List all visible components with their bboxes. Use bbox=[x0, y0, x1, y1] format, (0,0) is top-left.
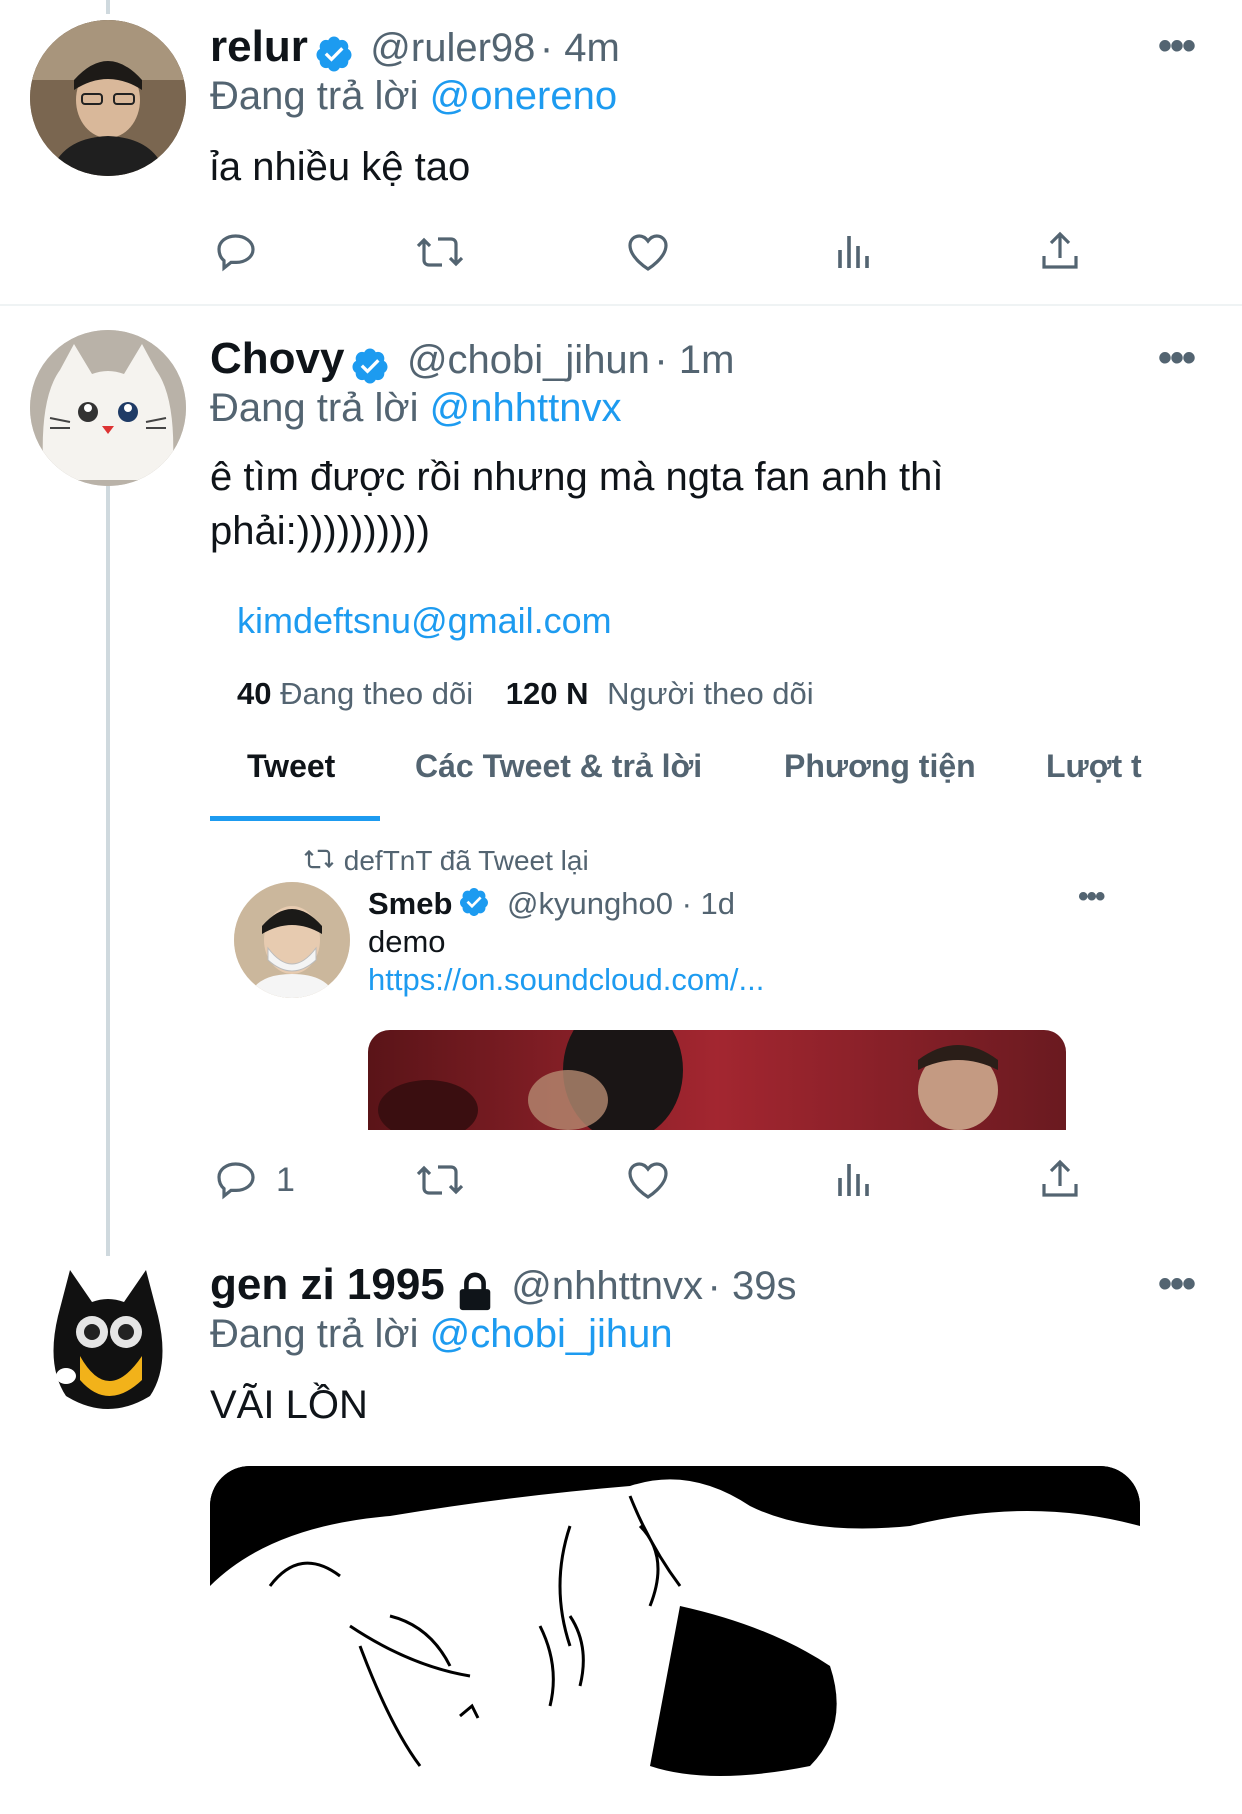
reply-mention[interactable]: @onereno bbox=[430, 74, 617, 118]
reply-prefix: Đang trả lời bbox=[210, 386, 419, 430]
verified-icon bbox=[350, 346, 390, 391]
more-icon[interactable]: ••• bbox=[1158, 1262, 1196, 1307]
reply-context: Đang trả lời @nhhttnvx bbox=[210, 386, 622, 431]
tab-tweets-replies: Các Tweet & trả lời bbox=[415, 748, 703, 784]
like-icon bbox=[624, 1156, 672, 1204]
tweet-time[interactable]: · 4m bbox=[540, 26, 620, 70]
reply-mention[interactable]: @chobi_jihun bbox=[430, 1312, 673, 1356]
reply-context: Đang trả lời @onereno bbox=[210, 74, 617, 119]
share-button[interactable] bbox=[1036, 1156, 1084, 1204]
user-handle[interactable]: @chobi_jihun bbox=[407, 338, 650, 382]
followers-count: 120 N bbox=[505, 676, 589, 711]
tab-media: Phương tiện bbox=[784, 748, 976, 784]
reply-prefix: Đang trả lời bbox=[210, 1312, 419, 1356]
following-count: 40 bbox=[237, 676, 272, 711]
tweet-time[interactable]: · 39s bbox=[708, 1264, 797, 1308]
inner-tweet-link: https://on.soundcloud.com/... bbox=[368, 962, 765, 997]
reply-context: Đang trả lời @chobi_jihun bbox=[210, 1312, 673, 1357]
reply-prefix: Đang trả lời bbox=[210, 74, 419, 118]
tweet-media-image[interactable] bbox=[210, 1466, 1140, 1814]
share-icon bbox=[1036, 1156, 1084, 1204]
tweet-text: VÃI LỒN bbox=[210, 1383, 368, 1427]
attached-screenshot[interactable]: kimdeftsnu@gmail.com 40 Đang theo dõi 12… bbox=[210, 580, 1142, 1130]
profile-email: kimdeftsnu@gmail.com bbox=[237, 600, 612, 641]
followers-label: Người theo dõi bbox=[607, 676, 814, 711]
retweet-context: defTnT đã Tweet lại bbox=[302, 844, 589, 881]
inner-tweet-media bbox=[368, 1030, 1066, 1130]
avatar[interactable] bbox=[30, 1256, 186, 1412]
tab-likes: Lượt t bbox=[1046, 748, 1142, 784]
inner-user-handle: @kyungho0 bbox=[507, 886, 673, 922]
analytics-icon bbox=[830, 228, 878, 276]
reply-mention[interactable]: @nhhttnvx bbox=[430, 386, 622, 430]
tweet-text-line: phải:)))))))))) bbox=[210, 509, 430, 553]
thread-line-middle bbox=[106, 486, 110, 1256]
verified-icon bbox=[458, 886, 490, 926]
avatar bbox=[234, 882, 350, 998]
thread-line-top bbox=[106, 0, 110, 14]
retweet-button[interactable] bbox=[414, 1156, 466, 1204]
retweet-icon bbox=[414, 1156, 466, 1204]
reply-count: 1 bbox=[276, 1160, 295, 1199]
retweet-label: defTnT đã Tweet lại bbox=[343, 844, 589, 876]
user-handle[interactable]: @ruler98 bbox=[370, 26, 535, 70]
retweet-icon bbox=[302, 844, 336, 881]
tweet-divider bbox=[0, 304, 1242, 306]
like-button[interactable] bbox=[624, 1156, 672, 1204]
tweet-time[interactable]: · 1m bbox=[654, 338, 734, 382]
reply-icon bbox=[212, 1156, 260, 1204]
tweet-text-line: ê tìm được rồi nhưng mà ngta fan anh thì bbox=[210, 455, 944, 499]
tab-tweet: Tweet bbox=[247, 748, 336, 784]
share-button[interactable] bbox=[1036, 228, 1084, 276]
analytics-icon bbox=[830, 1156, 878, 1204]
reply-button[interactable]: 1 bbox=[212, 1156, 295, 1204]
avatar[interactable] bbox=[30, 20, 186, 176]
inner-user-name: Smeb bbox=[368, 886, 453, 922]
more-icon[interactable]: ••• bbox=[1158, 336, 1196, 381]
user-handle[interactable]: @nhhttnvx bbox=[511, 1264, 703, 1308]
user-name[interactable]: relur bbox=[210, 22, 308, 71]
follow-stats: 40 Đang theo dõi 120 N Người theo dõi bbox=[237, 676, 814, 712]
reply-icon bbox=[212, 228, 260, 276]
user-name[interactable]: Chovy bbox=[210, 334, 344, 383]
analytics-button[interactable] bbox=[830, 1156, 878, 1204]
inner-tweet-time: · 1d bbox=[681, 886, 736, 922]
retweet-button[interactable] bbox=[414, 228, 466, 276]
like-button[interactable] bbox=[624, 228, 672, 276]
like-icon bbox=[624, 228, 672, 276]
reply-button[interactable] bbox=[212, 228, 260, 276]
retweet-icon bbox=[414, 228, 466, 276]
following-label: Đang theo dõi bbox=[280, 676, 474, 711]
analytics-button[interactable] bbox=[830, 228, 878, 276]
more-icon[interactable]: ••• bbox=[1158, 24, 1196, 69]
share-icon bbox=[1036, 228, 1084, 276]
user-name[interactable]: gen zi 1995 bbox=[210, 1260, 445, 1309]
inner-tweet-text: demo bbox=[368, 924, 446, 959]
tweet-text: ê tìm được rồi nhưng mà ngta fan anh thì… bbox=[210, 450, 944, 558]
tweet-text: ỉa nhiều kệ tao bbox=[210, 145, 471, 189]
more-icon: ••• bbox=[1078, 880, 1105, 913]
verified-icon bbox=[314, 34, 354, 79]
avatar[interactable] bbox=[30, 330, 186, 486]
active-tab-indicator bbox=[210, 816, 380, 821]
